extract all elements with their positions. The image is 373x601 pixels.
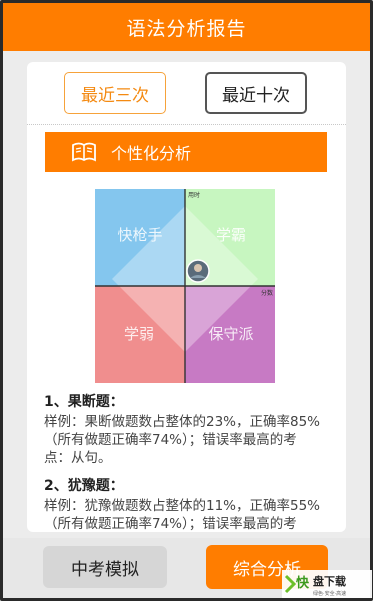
divider [27,124,346,125]
quadrant-chart: 用时 分数 快枪手 学霸 学弱 保守派 [95,189,275,383]
analysis-line: 样例：犹豫做题数占整体的11%，正确率55% [44,498,321,514]
book-icon [72,142,96,162]
label-bottom-left: 学弱 [124,325,154,343]
svg-text:快: 快 [296,575,310,591]
analysis-heading: 2、犹豫题： [44,478,124,494]
analysis-line: （所有做题正确率74%）；错误率最高的考 [44,516,297,532]
analysis-heading: 1、果断题： [44,394,124,410]
report-card: 最近三次 最近十次 个性化分析 用时 分数 快枪手 学霸 学弱 保守派 1、果断… [27,62,346,532]
x-axis-label: 分数 [261,289,273,297]
tab-recent-ten[interactable]: 最近十次 [205,72,307,114]
analysis-line: （所有做题正确率74%）；错误率最高的考 [44,432,297,448]
svg-text:盘下载: 盘下载 [313,574,346,588]
analysis-item-hesitant: 2、犹豫题： 样例：犹豫做题数占整体的11%，正确率55% （所有做题正确率74… [44,477,334,532]
analysis-item-decisive: 1、果断题： 样例：果断做题数占整体的23%，正确率85% （所有做题正确率74… [44,393,334,467]
mock-exam-button[interactable]: 中考模拟 [43,546,167,588]
tab-recent-three[interactable]: 最近三次 [64,72,166,114]
page-title: 语法分析报告 [3,3,370,51]
section-title: 个性化分析 [111,144,192,163]
watermark-logo: 快 盘下载 绿色·安全·高速 [282,570,372,598]
y-axis-label: 用时 [188,191,200,199]
watermark-logo-graphic: 快 盘下载 绿色·安全·高速 [284,574,346,597]
label-top-right: 学霸 [216,226,246,244]
svg-text:绿色·安全·高速: 绿色·安全·高速 [313,590,346,597]
section-header: 个性化分析 [45,132,327,172]
label-bottom-right: 保守派 [208,325,253,343]
analysis-line: 点：从句。 [44,450,112,466]
label-top-left: 快枪手 [117,226,162,244]
analysis-line: 样例：果断做题数占整体的23%，正确率85% [44,414,321,430]
avatar [186,259,210,283]
